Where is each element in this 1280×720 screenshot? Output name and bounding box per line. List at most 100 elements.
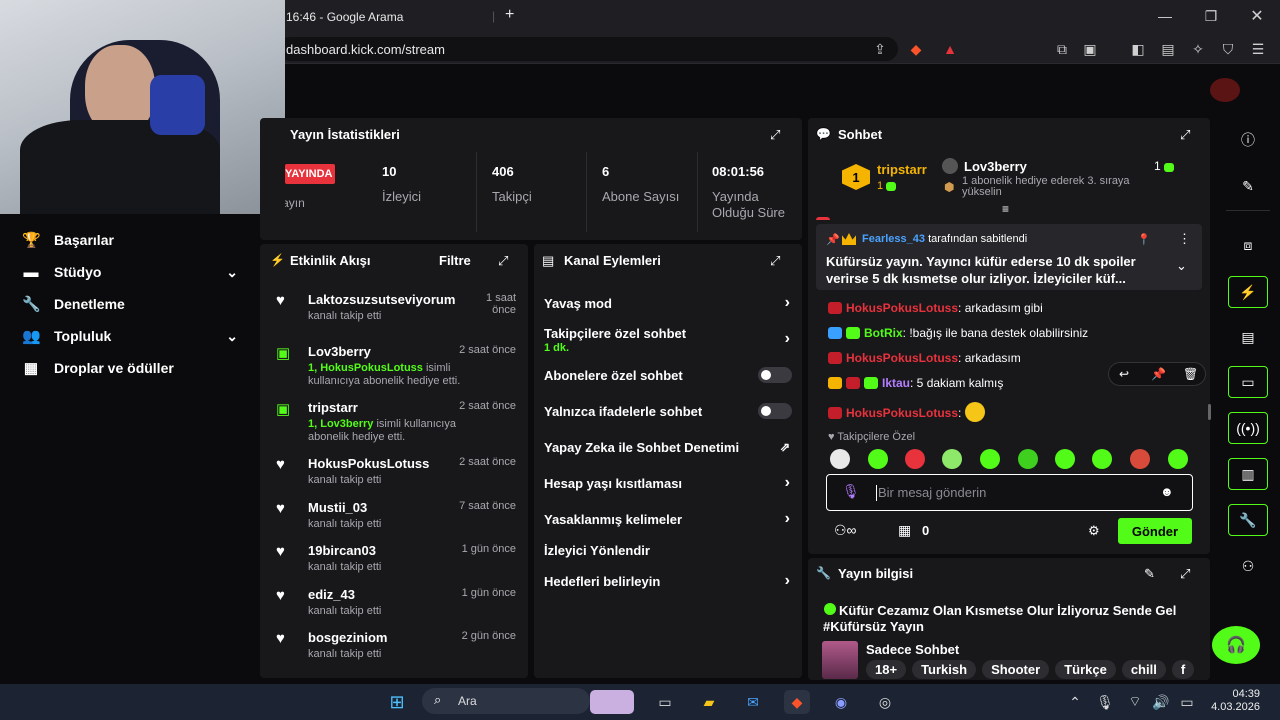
windows-start-icon[interactable]: ⊞ [384, 690, 410, 714]
discord-icon[interactable]: ◉ [828, 690, 854, 714]
widgets-icon[interactable] [590, 690, 634, 714]
edit-pencil-icon[interactable]: ✎ [1228, 170, 1268, 202]
expand-icon[interactable]: ⤢ [1180, 127, 1190, 143]
leo-ai-icon[interactable]: ✧ [1188, 39, 1208, 59]
category-name[interactable]: Sadece Sohbet [866, 642, 959, 657]
emote-image[interactable] [1168, 449, 1188, 469]
microphone-icon[interactable]: 🎙 [1092, 690, 1118, 714]
action-followers-only[interactable]: Takipçilere özel sohbet 1 dk. › [544, 326, 792, 354]
taskbar-clock[interactable]: 04:39 4.03.2026 [1210, 688, 1260, 714]
task-view-icon[interactable]: ▭ [652, 690, 678, 714]
action-slow-mode[interactable]: Yavaş mod › [544, 294, 792, 311]
community-icon[interactable]: ⚇ [1228, 550, 1268, 582]
lightning-icon[interactable]: ⚡ [1228, 276, 1268, 308]
menu-icon[interactable]: ☰ [1248, 39, 1268, 59]
chevron-down-icon[interactable]: ⌄ [1176, 258, 1187, 274]
emote-image[interactable] [942, 449, 962, 469]
tag[interactable]: f [1171, 660, 1195, 679]
expand-icon[interactable]: ⤢ [770, 253, 780, 269]
filter-button[interactable]: Filtre [439, 253, 471, 268]
nav-denetleme[interactable]: 🔧 Denetleme [22, 288, 252, 320]
expand-icon[interactable]: ⤢ [498, 253, 508, 269]
emote-image[interactable] [868, 449, 888, 469]
tag[interactable]: chill [1121, 660, 1166, 679]
brave-shield-icon[interactable]: ◆ [906, 39, 926, 59]
share-icon[interactable]: ⇪ [870, 39, 890, 59]
expand-icon[interactable]: ⤢ [1180, 566, 1190, 582]
emote-image[interactable] [1092, 449, 1112, 469]
tag[interactable]: Shooter [982, 660, 1050, 679]
send-button[interactable]: Gönder [1118, 518, 1192, 544]
url-text[interactable]: dashboard.kick.com/stream [286, 42, 445, 57]
reply-icon[interactable]: ↩ [1119, 367, 1129, 381]
emote-image[interactable] [905, 449, 925, 469]
wifi-icon[interactable]: ⌔ [1122, 690, 1148, 714]
channel-actions-icon[interactable]: ▥ [1228, 458, 1268, 490]
action-raid[interactable]: İzleyici Yönlendir [544, 543, 792, 558]
user-avatar[interactable] [1210, 78, 1240, 102]
info-icon[interactable]: ⓘ [1228, 124, 1268, 156]
emoji-icon[interactable]: ☻ [1160, 484, 1174, 499]
nav-droplar[interactable]: ▦ Droplar ve ödüller [22, 352, 252, 384]
nav-topluluk[interactable]: 👥 Topluluk ⌄ [22, 320, 252, 352]
maximize-icon[interactable]: ❐ [1201, 6, 1221, 26]
chat-bubble-icon[interactable]: ▭ [1228, 366, 1268, 398]
emote-image[interactable] [1130, 449, 1150, 469]
volume-icon[interactable]: 🔊 [1148, 690, 1174, 714]
broadcast-icon[interactable]: ((•)) [1228, 412, 1268, 444]
mail-icon[interactable]: ✉ [740, 690, 766, 714]
unpin-icon[interactable]: 📍 [1137, 233, 1151, 246]
support-chat-button[interactable]: 🎧 [1212, 626, 1260, 664]
chat-input-placeholder[interactable]: Bir mesaj gönderin [878, 485, 986, 500]
more-icon[interactable]: ⋮ [1178, 231, 1191, 247]
pin-message-icon[interactable]: 📌 [1151, 367, 1166, 381]
notes-icon[interactable]: ▤ [1228, 321, 1268, 353]
action-banned-words[interactable]: Yasaklanmış kelimeler › [544, 510, 792, 527]
nav-studyo[interactable]: ▬ Stüdyo ⌄ [22, 256, 252, 288]
action-ai-moderation[interactable]: Yapay Zeka ile Sohbet Denetimi ⇗ [544, 440, 792, 455]
tag[interactable]: 18+ [866, 660, 907, 679]
emotes-only-toggle[interactable] [758, 403, 792, 419]
wrench-icon[interactable]: 🔧 [1228, 504, 1268, 536]
subs-only-toggle[interactable] [758, 367, 792, 383]
channel-points-icon[interactable]: ⚇∞ [834, 522, 857, 539]
browser-tab-title[interactable]: 16:46 - Google Arama [286, 10, 403, 24]
tag[interactable]: Turkish [912, 660, 977, 679]
action-goals[interactable]: Hedefleri belirleyin › [544, 572, 792, 589]
emote-image[interactable] [1055, 449, 1075, 469]
vpn-icon[interactable]: ⛉ [1218, 39, 1238, 59]
minimize-icon[interactable]: — [1155, 6, 1175, 26]
microphone-icon[interactable]: 🎙 [842, 483, 860, 500]
nav-basarilar[interactable]: 🏆 Başarılar [22, 224, 252, 256]
brave-browser-icon[interactable]: ◆ [784, 690, 810, 714]
expand-icon[interactable]: ⤢ [770, 127, 780, 143]
chevron-up-icon[interactable]: ⌃ [1062, 690, 1088, 714]
file-explorer-icon[interactable]: ▰ [696, 690, 722, 714]
battery-icon[interactable]: ▭ [1174, 690, 1200, 714]
action-account-age[interactable]: Hesap yaşı kısıtlaması › [544, 474, 792, 491]
settings-gear-icon[interactable]: ⚙ [1088, 523, 1100, 539]
edit-pencil-icon[interactable]: ✎ [1144, 566, 1155, 582]
obs-icon[interactable]: ◎ [872, 690, 898, 714]
taskbar-search-box[interactable] [422, 688, 590, 714]
brave-rewards-icon[interactable]: ▲ [940, 39, 960, 59]
emote-image[interactable] [1018, 449, 1038, 469]
extensions-icon[interactable]: ⧉ [1052, 39, 1072, 59]
wallet-icon[interactable]: ▤ [1158, 39, 1178, 59]
chevron-down-icon[interactable]: ⌄ [226, 264, 238, 281]
sidebar-icon[interactable]: ◧ [1128, 39, 1148, 59]
tag[interactable]: Türkçe [1055, 660, 1116, 679]
delete-icon[interactable]: 🗑 [1183, 367, 1198, 381]
leader1-name[interactable]: tripstarr [877, 162, 927, 177]
scene-icon[interactable]: ⧈ [1228, 229, 1268, 261]
emote-image[interactable] [830, 449, 850, 469]
emote-image[interactable] [980, 449, 1000, 469]
store-icon[interactable]: ▦ [898, 522, 911, 539]
chat-scrollbar[interactable] [1208, 404, 1211, 420]
category-thumbnail[interactable] [822, 641, 858, 679]
new-tab-button[interactable]: + [505, 6, 514, 24]
leader2-name[interactable]: Lov3berry [964, 159, 1027, 174]
close-icon[interactable]: ✕ [1247, 6, 1267, 26]
chevron-down-icon[interactable]: ⌄ [226, 328, 238, 345]
screenshot-icon[interactable]: ▣ [1080, 39, 1100, 59]
